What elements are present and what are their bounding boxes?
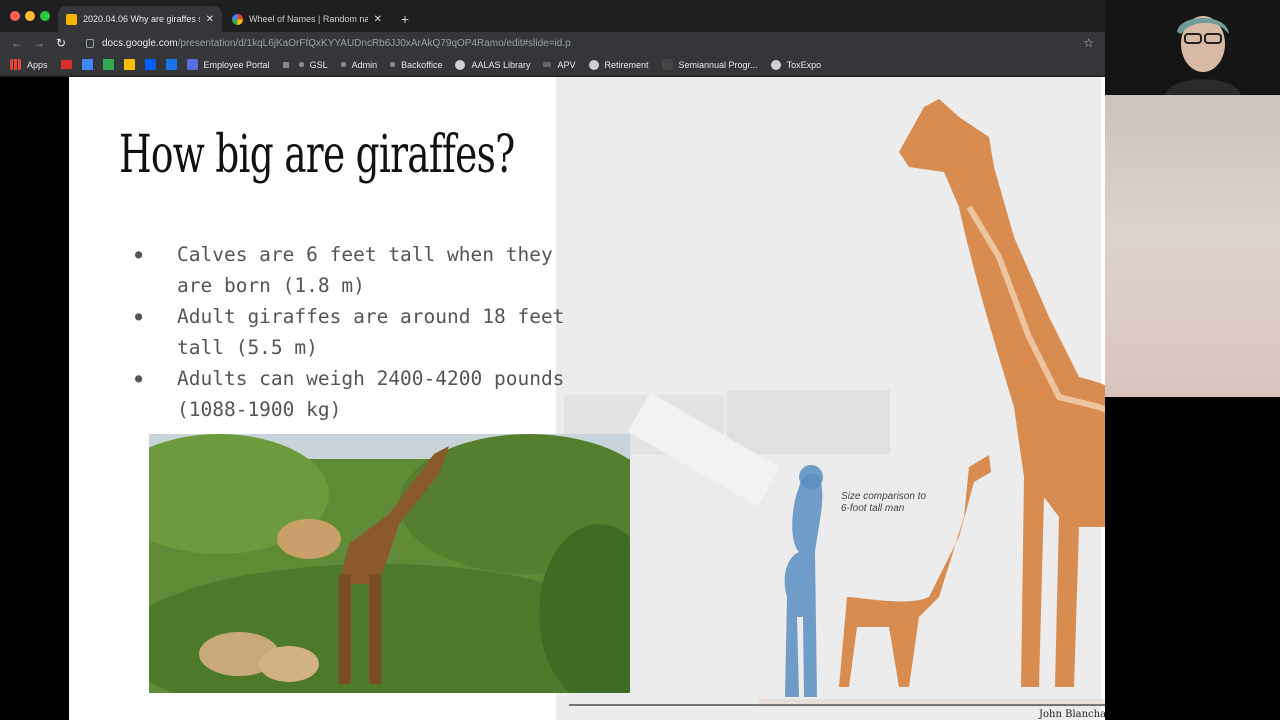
bookmark-icon	[340, 62, 346, 67]
photo-illustration	[149, 434, 630, 693]
back-icon[interactable]: ←	[10, 35, 24, 51]
bookmark-label: AALAS Library	[471, 59, 531, 70]
wheel-icon	[232, 13, 243, 25]
apps-grid-icon	[10, 59, 21, 70]
bookmark-label: ToxExpo	[786, 59, 822, 70]
bookmark-label: Backoffice	[401, 59, 443, 70]
close-window-button[interactable]	[10, 11, 20, 21]
bookmark-star-icon[interactable]: ☆	[1083, 36, 1094, 50]
tab-title: 2020.04.06 Why are giraffes s	[83, 14, 200, 24]
bookmark-label: Semiannual Progr...	[678, 59, 758, 70]
globe-icon	[770, 59, 781, 70]
giraffe-lions-photo	[149, 434, 630, 693]
drive-icon[interactable]	[102, 59, 114, 70]
webcam-feed	[1105, 0, 1280, 95]
tab-strip: 2020.04.06 Why are giraffes s ✕ Wheel of…	[0, 0, 1105, 32]
slide-title: How big are giraffes?	[119, 125, 515, 185]
bookmark-icon	[298, 62, 304, 67]
bookmark-employee-portal[interactable]: Employee Portal	[186, 59, 270, 70]
bookmark-admin[interactable]: Admin	[340, 59, 378, 70]
zoom-window-button[interactable]	[40, 11, 50, 21]
bookmark-label: Retirement	[604, 59, 649, 70]
bookmark-apps[interactable]: Apps	[10, 59, 48, 70]
globe-icon	[455, 59, 466, 70]
close-tab-icon[interactable]: ✕	[206, 14, 214, 25]
blurred-background	[1105, 95, 1280, 397]
size-comparison-caption: Size comparison to 6-foot tall man	[841, 491, 927, 514]
bullet-item: Adults can weigh 2400-4200 pounds (1088-…	[135, 363, 575, 425]
bookmark-label: Apps	[27, 59, 48, 70]
cloud-icon[interactable]	[165, 59, 177, 70]
reload-icon[interactable]: ↻	[54, 35, 68, 51]
dropbox-icon[interactable]	[144, 59, 156, 70]
bookmark-label: Admin	[351, 59, 378, 70]
classroom-icon[interactable]	[123, 59, 135, 70]
tab-slides[interactable]: 2020.04.06 Why are giraffes s ✕	[58, 6, 222, 32]
address-bar[interactable]: docs.google.com /presentation/d/1kqL6jKa…	[80, 34, 1102, 52]
browser-toolbar: ← → ↻ docs.google.com /presentation/d/1k…	[0, 32, 1105, 54]
tab-wheel-of-names[interactable]: Wheel of Names | Random nar ✕	[224, 6, 390, 32]
document-icon	[661, 59, 673, 70]
portal-icon	[186, 59, 198, 70]
bookmark-backoffice[interactable]: Backoffice	[390, 60, 442, 70]
bookmarks-bar: Apps Employee Portal GSL Admin Backoffic…	[0, 54, 1105, 76]
close-tab-icon[interactable]: ✕	[374, 14, 382, 25]
bookmark-label: Employee Portal	[203, 59, 270, 70]
bookmark-icon	[390, 62, 396, 67]
bullet-list: Calves are 6 feet tall when they are bor…	[135, 239, 575, 425]
bookmark-icon	[543, 62, 552, 67]
webcam-overlay	[1105, 0, 1280, 720]
new-tab-button[interactable]: +	[394, 6, 416, 32]
bullet-item: Calves are 6 feet tall when they are bor…	[135, 239, 575, 301]
bookmark-label: GSL	[309, 59, 328, 70]
forward-icon[interactable]: →	[32, 35, 46, 51]
bookmark-toxexpo[interactable]: ToxExpo	[770, 59, 822, 70]
bookmark-icon[interactable]	[282, 61, 289, 68]
gmail-icon[interactable]	[60, 60, 72, 69]
bookmark-gsl[interactable]: GSL	[298, 59, 328, 70]
bookmark-retirement[interactable]: Retirement	[588, 59, 649, 70]
globe-icon	[588, 59, 599, 70]
bullet-item: Adult giraffes are around 18 feet tall (…	[135, 301, 575, 363]
url-path: /presentation/d/1kqL6jKaOrFfQxKYYAUDncRb…	[177, 37, 571, 49]
browser-window: 2020.04.06 Why are giraffes s ✕ Wheel of…	[0, 0, 1105, 77]
bookmark-apv[interactable]: APV	[543, 59, 576, 70]
minimize-window-button[interactable]	[25, 11, 35, 21]
bookmark-aalas-library[interactable]: AALAS Library	[455, 59, 531, 70]
lock-icon	[86, 38, 94, 48]
bookmark-label: APV	[557, 59, 576, 70]
url-host: docs.google.com	[102, 37, 178, 49]
presenter-video	[1105, 0, 1280, 95]
slides-icon	[66, 13, 77, 25]
presentation-slide: How big are giraffes? Calves are 6 feet …	[69, 77, 1210, 720]
tab-title: Wheel of Names | Random nar	[249, 14, 368, 24]
bookmark-semiannual[interactable]: Semiannual Progr...	[661, 59, 758, 70]
calendar-icon[interactable]	[81, 59, 93, 70]
